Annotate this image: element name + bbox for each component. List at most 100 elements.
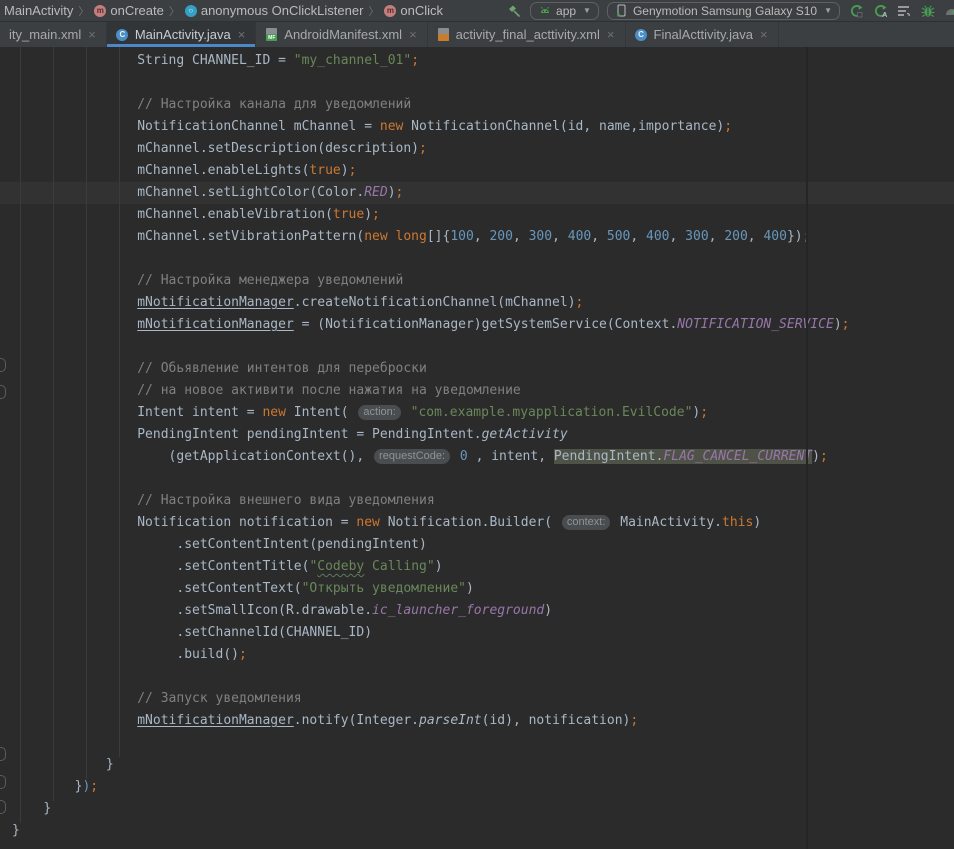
profiler-icon[interactable] [940,1,954,21]
tab-finalacttivity-java[interactable]: CFinalActtivity.java× [626,22,779,47]
code-line[interactable]: String CHANNEL_ID = "my_channel_01"; [0,50,954,72]
code-line[interactable]: mNotificationManager = (NotificationMana… [0,314,954,336]
code-line[interactable]: PendingIntent pendingIntent = PendingInt… [0,424,954,446]
rerun-icon[interactable] [844,1,868,21]
breadcrumb-label: MainActivity [4,3,73,18]
code-line[interactable]: } [0,754,954,776]
close-tab-icon[interactable]: × [237,28,247,41]
code-token: 0 [460,449,468,464]
code-token: .notify(Integer. [294,713,419,728]
code-token: Notification.Builder( [380,515,560,530]
code-token: NotificationChannel(id, name,importance) [403,119,724,134]
code-line[interactable]: (getApplicationContext(), requestCode: 0… [0,446,954,468]
chevron-down-icon: ▼ [583,6,591,15]
code-token: (id), notification) [482,713,631,728]
code-token: 400 [568,229,591,244]
svg-text:A: A [882,10,888,19]
code-token: ; [576,295,584,310]
code-token: Intent( [286,405,356,420]
code-token: , [513,229,529,244]
android-icon [538,4,551,17]
code-line[interactable] [0,72,954,94]
code-token: new [380,119,403,134]
build-hammer-icon[interactable] [502,1,526,21]
code-token: mChannel.setLightColor(Color. [137,185,364,200]
apply-code-changes-icon[interactable]: A [868,1,892,21]
code-token: "my_channel_01" [294,53,411,68]
code-token: "com.example.myapplication.EvilCode" [411,405,693,420]
close-tab-icon[interactable]: × [408,28,418,41]
parameter-hint: action: [358,405,400,420]
code-area: String CHANNEL_ID = "my_channel_01"; // … [0,50,954,842]
tab-label: FinalActtivity.java [654,27,753,42]
breadcrumb-item[interactable]: monCreate [92,3,165,18]
code-line[interactable]: mChannel.enableVibration(true); [0,204,954,226]
code-line[interactable]: } [0,798,954,820]
code-line[interactable] [0,336,954,358]
code-line[interactable]: // Настройка канала для уведомлений [0,94,954,116]
tab-activity-final-acttivity-xml[interactable]: activity_final_acttivity.xml× [428,22,626,47]
code-line[interactable]: // Запуск уведомления [0,688,954,710]
indent-guide [53,47,54,801]
code-line[interactable]: Notification notification = new Notifica… [0,512,954,534]
tab-androidmanifest-xml[interactable]: MFAndroidManifest.xml× [256,22,427,47]
code-line[interactable]: // на новое активити после нажатия на ув… [0,380,954,402]
code-line[interactable]: // Настройка внешнего вида уведомления [0,490,954,512]
code-line[interactable] [0,732,954,754]
code-line[interactable]: .setContentIntent(pendingIntent) [0,534,954,556]
breadcrumb-separator: 〉 [367,3,380,19]
code-token: PendingIntent. [554,449,664,464]
breadcrumb-item[interactable]: ○anonymous OnClickListener [183,3,366,18]
run-configuration-label: app [556,4,576,18]
code-token: ; [419,141,427,156]
breadcrumb-item[interactable]: monClick [382,3,445,18]
code-line[interactable]: Intent intent = new Intent( action: "com… [0,402,954,424]
code-token: ; [372,207,380,222]
close-tab-icon[interactable]: × [606,28,616,41]
debug-icon[interactable] [916,1,940,21]
code-line[interactable]: .setContentText("Открыть уведомление") [0,578,954,600]
code-line[interactable]: .setSmallIcon(R.drawable.ic_launcher_for… [0,600,954,622]
code-line[interactable] [0,248,954,270]
code-line[interactable]: // Настройка менеджера уведомлений [0,270,954,292]
device-select[interactable]: Genymotion Samsung Galaxy S10 ▼ [607,2,840,20]
code-line[interactable]: mChannel.setDescription(description); [0,138,954,160]
code-line[interactable]: } [0,820,954,842]
close-tab-icon[interactable]: × [87,28,97,41]
code-token: mChannel.setVibrationPattern( [137,229,364,244]
code-token: 200 [489,229,512,244]
close-tab-icon[interactable]: × [759,28,769,41]
code-line[interactable]: NotificationChannel mChannel = new Notif… [0,116,954,138]
right-margin-guide [806,47,808,849]
code-line[interactable]: .setChannelId(CHANNEL_ID) [0,622,954,644]
code-token: .createNotificationChannel(mChannel) [294,295,576,310]
code-token: .build() [176,647,239,662]
code-token: ) [435,559,443,574]
code-token: ; [842,317,850,332]
breadcrumb-item[interactable]: MainActivity [2,3,75,18]
code-line[interactable]: mNotificationManager.notify(Integer.pars… [0,710,954,732]
code-line[interactable]: .build(); [0,644,954,666]
code-line[interactable]: mChannel.setLightColor(Color.RED); [0,182,954,204]
code-token: true [333,207,364,222]
code-editor[interactable]: String CHANNEL_ID = "my_channel_01"; // … [0,47,954,849]
run-configuration-select[interactable]: app ▼ [530,2,599,20]
code-token: parseInt [419,713,482,728]
code-line[interactable] [0,468,954,490]
code-token [403,405,411,420]
code-token: ; [630,713,638,728]
run-tasks-icon[interactable] [892,1,916,21]
breadcrumb-label: onCreate [110,3,163,18]
code-line[interactable] [0,666,954,688]
code-line[interactable]: }); [0,776,954,798]
code-line[interactable]: mChannel.setVibrationPattern(new long[]{… [0,226,954,248]
code-token: Calling" [364,559,434,574]
code-line[interactable]: mChannel.enableLights(true); [0,160,954,182]
code-line[interactable]: // Обьявление интентов для переброски [0,358,954,380]
tab-ity-main-xml[interactable]: ity_main.xml× [0,22,107,47]
code-token: ) [388,185,396,200]
code-line[interactable]: .setContentTitle("Codeby Calling") [0,556,954,578]
code-token: getActivity [482,427,568,442]
code-line[interactable]: mNotificationManager.createNotificationC… [0,292,954,314]
tab-mainactivity-java[interactable]: CMainActivity.java× [107,22,256,47]
